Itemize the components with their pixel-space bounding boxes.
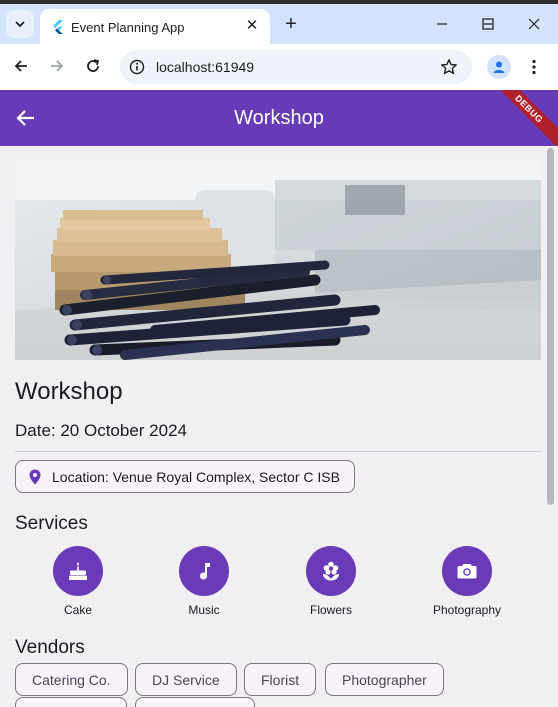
location-pin-icon bbox=[29, 469, 41, 485]
tab-title: Event Planning App bbox=[71, 20, 185, 35]
profile-avatar[interactable] bbox=[487, 55, 511, 79]
address-bar[interactable]: localhost:61949 bbox=[120, 50, 472, 84]
app-bar-title: Workshop bbox=[234, 107, 324, 129]
service-music[interactable]: Music bbox=[149, 546, 259, 617]
service-icon-circle bbox=[179, 546, 229, 596]
vendor-chip[interactable]: DJ Service bbox=[135, 663, 237, 696]
arrow-right-icon bbox=[51, 60, 64, 72]
close-icon bbox=[528, 18, 540, 30]
vendor-chip[interactable]: Catering Co. bbox=[15, 663, 128, 696]
music-note-icon bbox=[200, 563, 210, 580]
site-info-icon[interactable] bbox=[129, 59, 145, 75]
tab-strip: Event Planning App ✕ + bbox=[0, 4, 558, 44]
cake-icon bbox=[69, 562, 87, 580]
service-icon-circle bbox=[53, 546, 103, 596]
vendor-chip-overflow[interactable] bbox=[135, 697, 255, 707]
service-photography[interactable]: Photography bbox=[412, 546, 522, 617]
url-text: localhost:61949 bbox=[156, 59, 255, 75]
browser-toolbar: localhost:61949 bbox=[0, 44, 558, 90]
arrow-left-icon bbox=[14, 60, 27, 72]
service-icon-circle bbox=[442, 546, 492, 596]
close-window-button[interactable] bbox=[522, 12, 546, 36]
service-label: Photography bbox=[432, 603, 502, 617]
service-cake[interactable]: Cake bbox=[23, 546, 133, 617]
event-details-scroll[interactable]: Workshop Date: 20 October 2024 Location:… bbox=[0, 146, 546, 707]
bookmark-star-icon[interactable] bbox=[440, 58, 458, 76]
event-title: Workshop bbox=[15, 378, 123, 405]
location-chip[interactable]: Location: Venue Royal Complex, Sector C … bbox=[15, 460, 355, 493]
reload-icon bbox=[87, 59, 100, 72]
scrollbar-thumb[interactable] bbox=[547, 148, 554, 505]
flutter-icon bbox=[53, 20, 63, 34]
camera-icon bbox=[457, 564, 477, 579]
maximize-icon bbox=[482, 18, 494, 30]
service-label: Music bbox=[188, 603, 220, 617]
service-icon-circle bbox=[306, 546, 356, 596]
service-flowers[interactable]: Flowers bbox=[276, 546, 386, 617]
location-text: Location: Venue Royal Complex, Sector C … bbox=[52, 468, 340, 485]
minimize-icon bbox=[437, 23, 447, 25]
reload-button[interactable] bbox=[81, 54, 105, 78]
divider bbox=[15, 451, 541, 452]
workshop-photo bbox=[15, 160, 541, 360]
vendor-chip[interactable]: Florist bbox=[244, 663, 317, 696]
person-icon bbox=[493, 61, 505, 73]
event-date: Date: 20 October 2024 bbox=[15, 421, 188, 440]
back-nav-button[interactable] bbox=[9, 54, 33, 78]
maximize-button[interactable] bbox=[476, 12, 500, 36]
flower-icon bbox=[323, 561, 339, 581]
vendors-heading: Vendors bbox=[15, 637, 85, 658]
service-label: Flowers bbox=[309, 603, 352, 617]
tab-search-button[interactable] bbox=[6, 10, 34, 38]
tab-close-icon[interactable]: ✕ bbox=[242, 16, 262, 36]
forward-nav-button[interactable] bbox=[45, 54, 69, 78]
more-vert-icon bbox=[532, 59, 536, 75]
services-heading: Services bbox=[15, 513, 88, 534]
chevron-down-icon bbox=[15, 21, 25, 28]
vendor-chip[interactable]: Photographer bbox=[325, 663, 444, 696]
browser-tab[interactable]: Event Planning App ✕ bbox=[40, 9, 270, 44]
browser-menu-button[interactable] bbox=[524, 55, 544, 79]
service-label: Cake bbox=[63, 603, 92, 617]
new-tab-button[interactable]: + bbox=[281, 12, 301, 36]
vendor-chip-overflow[interactable] bbox=[15, 697, 127, 707]
event-hero-image bbox=[15, 160, 541, 360]
minimize-window-button[interactable] bbox=[430, 12, 454, 36]
app-bar: Workshop DEBUG bbox=[0, 90, 558, 146]
